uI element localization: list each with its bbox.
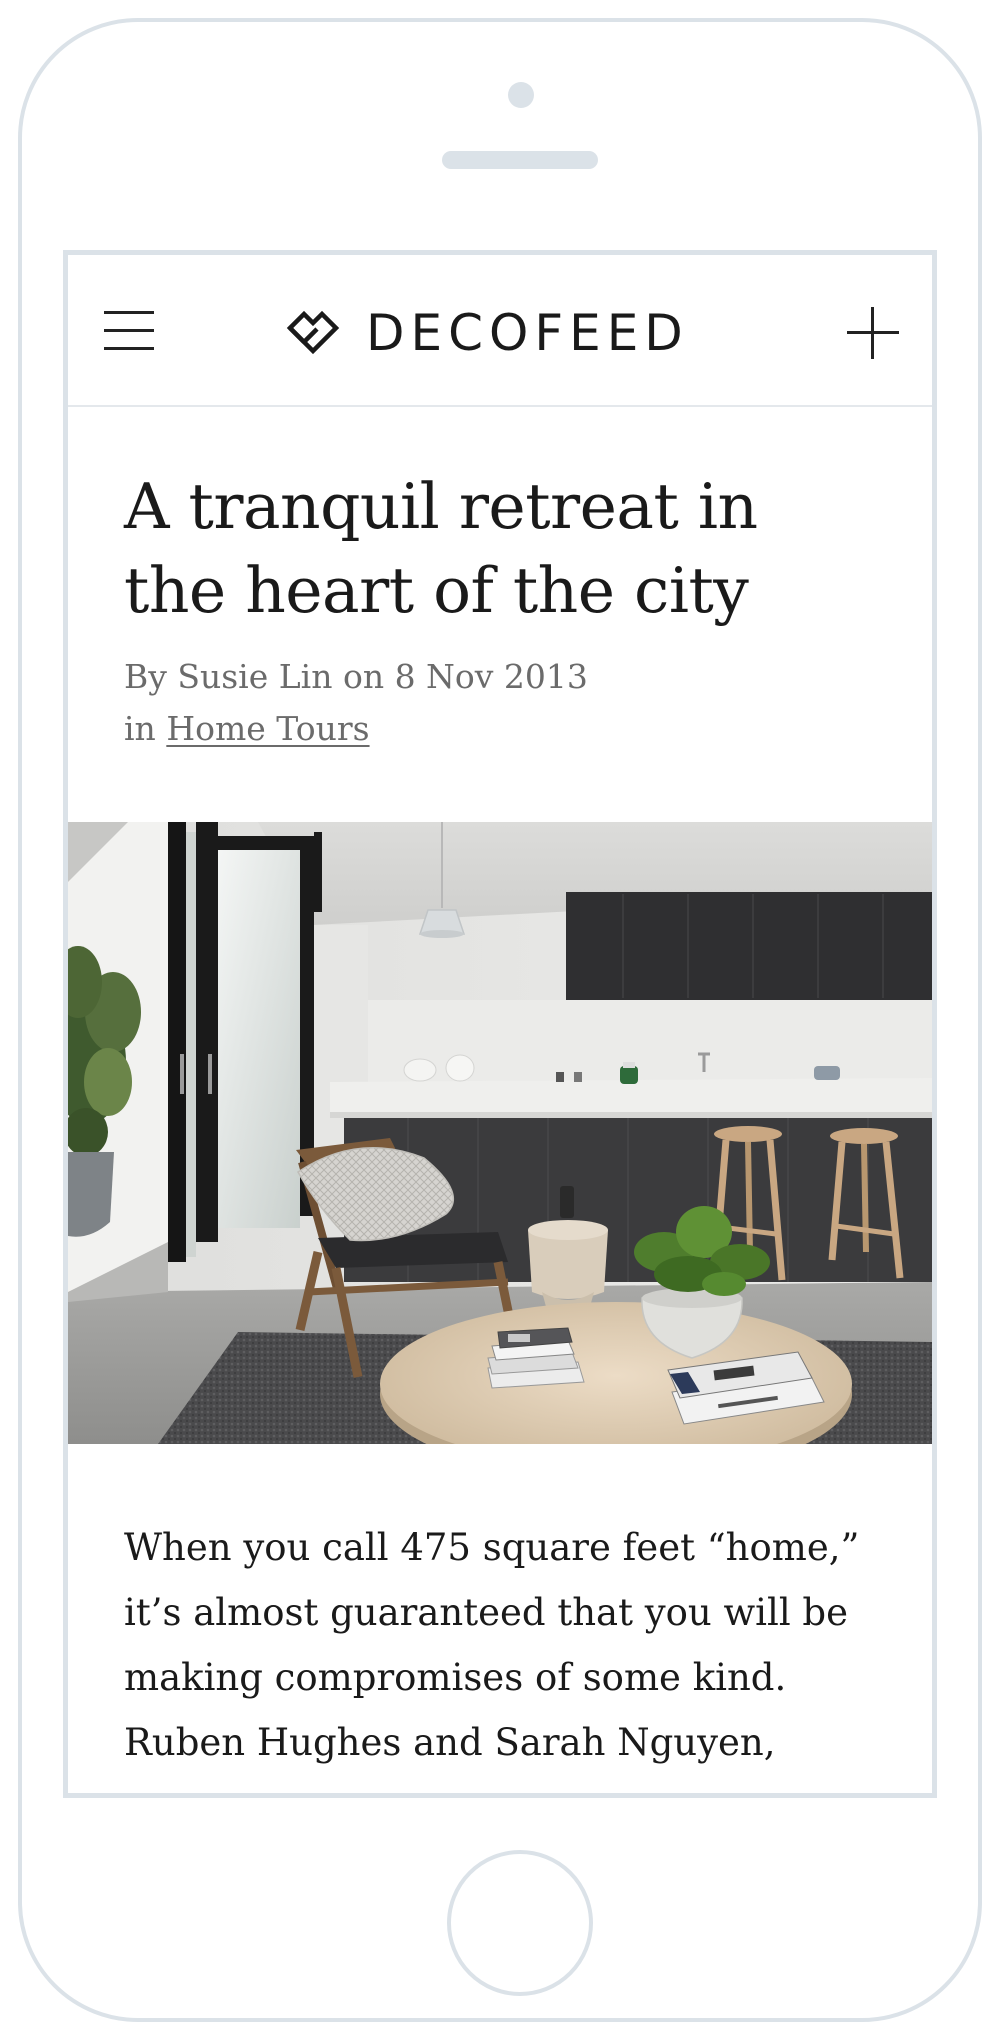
article-title-line: the heart of the city — [124, 554, 749, 627]
menu-button[interactable] — [104, 305, 158, 353]
article-body: When you call 475 square feet “home,” it… — [124, 1515, 894, 1775]
category-link[interactable]: Home Tours — [166, 709, 369, 748]
article-body-line: it’s almost guaranteed that you will be — [124, 1591, 849, 1634]
article-body-line: When you call 475 square feet “home,” — [124, 1526, 860, 1569]
article-title: A tranquil retreat in the heart of the c… — [124, 465, 864, 633]
article-title-line: A tranquil retreat in — [124, 470, 758, 543]
category-prefix: in — [124, 709, 167, 748]
hero-image — [68, 822, 932, 1444]
brand-name: DECOFEED — [366, 304, 689, 362]
article-body-line: Ruben Hughes and Sarah Nguyen, — [124, 1721, 776, 1764]
category-line: in Home Tours — [124, 703, 864, 755]
brand-logo[interactable]: DECOFEED — [284, 305, 689, 361]
article-byline: By Susie Lin on 8 Nov 2013 in Home Tours — [124, 651, 864, 755]
top-navbar: DECOFEED — [68, 255, 932, 407]
heart-diamond-logo-icon — [286, 310, 340, 355]
interior-photo — [68, 822, 932, 1444]
home-button[interactable] — [447, 1850, 593, 1996]
app-screen: DECOFEED A tranquil retreat in the heart… — [63, 250, 937, 1798]
author-date: By Susie Lin on 8 Nov 2013 — [124, 657, 588, 696]
add-button[interactable] — [845, 305, 901, 361]
camera-icon — [508, 82, 534, 108]
speaker-grille — [442, 151, 598, 169]
article-body-line: making compromises of some kind. — [124, 1656, 787, 1699]
